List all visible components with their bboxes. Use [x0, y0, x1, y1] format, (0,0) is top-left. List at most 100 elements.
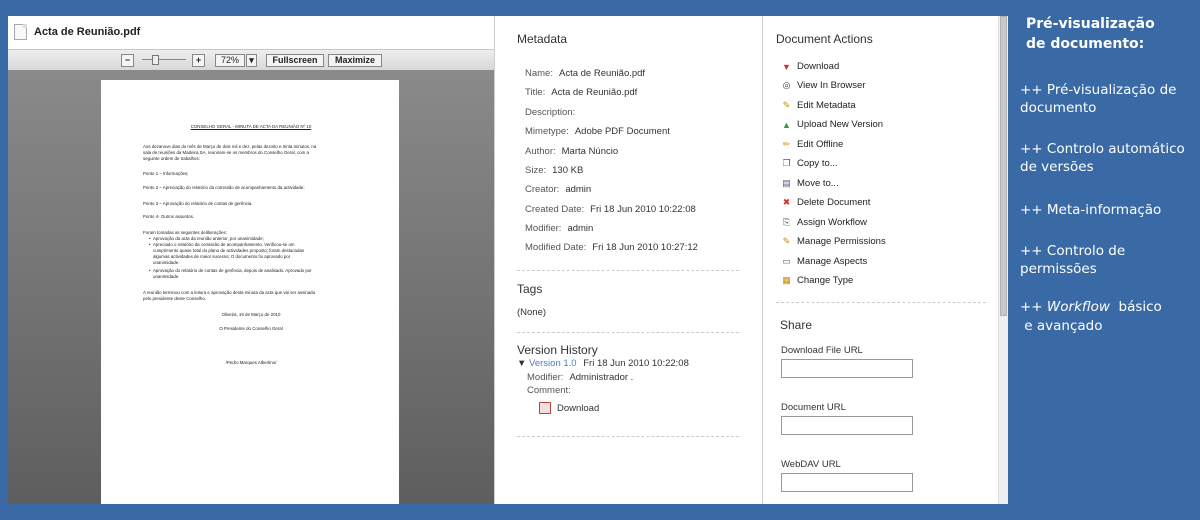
zoom-slider[interactable]	[142, 55, 186, 65]
page-line: Apreciado o relatório da comissão de aco…	[143, 242, 369, 248]
metadata-row: Name: Acta de Reunião.pdf	[525, 68, 646, 79]
fullscreen-button[interactable]: Fullscreen	[266, 53, 324, 67]
page-line: algumas actividades de maior sucesso; O …	[153, 254, 291, 259]
action-manage-aspects[interactable]: ▭ Manage Aspects	[781, 256, 867, 267]
action-manage-permissions[interactable]: ✎ Manage Permissions	[781, 236, 886, 247]
page-line: cumprimento quase total do plano de acti…	[153, 248, 305, 253]
action-view-in-browser[interactable]: ◎ View In Browser	[781, 80, 866, 91]
zoom-in-button[interactable]: +	[192, 53, 205, 67]
document-viewer: Acta de Reunião.pdf − + 72% ▾ Fullscreen…	[8, 16, 494, 504]
document-url-field[interactable]	[781, 416, 913, 435]
metadata-row: Size: 130 KB	[525, 165, 584, 176]
download-icon	[539, 402, 551, 414]
metadata-row: Modifier: admin	[525, 223, 594, 234]
file-icon	[14, 24, 27, 40]
version-row: ▼ Version 1.0 Fri 18 Jun 2010 10:22:08	[517, 358, 689, 369]
metadata-row: Creator: admin	[525, 184, 592, 195]
action-upload-new-version[interactable]: ▲ Upload New Version	[781, 119, 883, 130]
feature-item: ++ Workflow básico	[1020, 299, 1162, 315]
divider	[517, 270, 739, 271]
viewer-title-bar: Acta de Reunião.pdf	[8, 16, 494, 48]
page-line: sala de reuniões da Madeira,SA, reuniram…	[143, 150, 309, 155]
document-url-label: Document URL	[781, 402, 846, 413]
action-move-to[interactable]: ▤ Move to...	[781, 178, 838, 189]
caption-heading-line2: de documento:	[1026, 36, 1145, 52]
page-line: pelo presidente deste Conselho.	[143, 296, 206, 301]
divider	[517, 436, 739, 437]
page-line: Ponto 3 – Aprovação do relatório de cont…	[143, 201, 253, 206]
upload-icon: ▲	[782, 119, 791, 130]
edit-metadata-icon: ✎	[782, 100, 791, 110]
app-window: Acta de Reunião.pdf − + 72% ▾ Fullscreen…	[8, 16, 1008, 504]
page-line: Aprovação do relatório de contas de gerê…	[143, 268, 369, 274]
metadata-row: Modified Date: Fri 18 Jun 2010 10:27:12	[525, 242, 698, 253]
tags-value: (None)	[517, 307, 547, 318]
pencil-icon: ✏	[782, 139, 791, 149]
action-delete-document[interactable]: ✖ Delete Document	[781, 197, 871, 208]
feature-item: ++ Pré-visualização de	[1020, 82, 1177, 98]
version-date: Fri 18 Jun 2010 10:22:08	[583, 358, 689, 369]
move-icon: ▤	[782, 178, 791, 188]
page-line: Ponto 2 – Apreciação do relatório da com…	[143, 185, 305, 190]
viewer-toolbar: − + 72% ▾ Fullscreen Maximize	[8, 49, 494, 71]
caption-heading-line1: Pré-visualização	[1026, 16, 1155, 32]
expand-arrow-icon[interactable]: ▼	[517, 358, 526, 369]
action-download[interactable]: ▼ Download	[781, 61, 839, 72]
scrollbar-thumb[interactable]	[1000, 16, 1007, 316]
workflow-icon: ⎘	[782, 217, 791, 227]
page-line: unanimidade.	[153, 274, 180, 279]
page-line: seguinte ordem de trabalhos:	[143, 156, 200, 161]
version-download-link[interactable]: Download	[539, 402, 599, 414]
page-line: Ponto 1 – Informações;	[143, 171, 189, 176]
metadata-row: Title: Acta de Reunião.pdf	[525, 87, 638, 98]
metadata-heading: Metadata	[517, 32, 568, 46]
zoom-out-button[interactable]: −	[121, 53, 134, 67]
document-actions-heading: Document Actions	[776, 32, 873, 46]
action-edit-metadata[interactable]: ✎ Edit Metadata	[781, 100, 856, 111]
tags-heading: Tags	[517, 282, 543, 296]
version-link[interactable]: Version 1.0	[529, 358, 577, 369]
page-line: A reunião terminou com a leitura e aprov…	[143, 290, 316, 295]
metadata-panel: Metadata Name: Acta de Reunião.pdf Title:…	[494, 16, 763, 504]
zoom-dropdown-icon[interactable]: ▾	[246, 53, 257, 67]
metadata-row: Mimetype: Adobe PDF Document	[525, 126, 670, 137]
version-modifier: Modifier: Administrador .	[527, 372, 634, 383]
document-page: CONSELHO GERAL - MINUTA DE ACTA DA REUNI…	[101, 80, 399, 504]
page-line: unanimidade.	[153, 260, 180, 265]
feature-item: ++ Controlo de	[1020, 243, 1126, 259]
action-assign-workflow[interactable]: ⎘ Assign Workflow	[781, 217, 867, 228]
page-line: Aprovação da acta da reunião anterior, p…	[143, 236, 369, 242]
divider	[517, 332, 739, 333]
page-line: CONSELHO GERAL - MINUTA DE ACTA DA REUNI…	[190, 124, 312, 129]
page-line: O Presidente do Conselho Geral	[219, 326, 283, 331]
download-file-url-label: Download File URL	[781, 345, 863, 356]
feature-item-cont: de versões	[1020, 159, 1094, 175]
action-copy-to[interactable]: ❐ Copy to...	[781, 158, 837, 169]
feature-item: ++ Controlo automático	[1020, 141, 1185, 157]
zoom-level-select[interactable]: 72%	[215, 53, 245, 67]
copy-icon: ❐	[782, 158, 791, 168]
page-line: Ponto 4- Outros assuntos.	[143, 214, 195, 219]
feature-item-cont: permissões	[1020, 261, 1097, 277]
download-icon: ▼	[782, 61, 791, 72]
page-line: Aos dezanove dias do mês de Março de doi…	[143, 144, 317, 149]
viewer-filename: Acta de Reunião.pdf	[34, 26, 141, 38]
action-change-type[interactable]: ▦ Change Type	[781, 275, 853, 286]
scrollbar[interactable]	[998, 16, 1008, 504]
version-history-heading: Version History	[517, 343, 598, 357]
maximize-button[interactable]: Maximize	[328, 53, 382, 67]
version-comment: Comment:	[527, 385, 571, 396]
page-line: Oliveira, 19 de Março de 2010	[221, 312, 281, 317]
divider	[776, 302, 986, 303]
permissions-icon: ✎	[782, 236, 791, 246]
feature-item-cont: e avançado	[1020, 318, 1103, 334]
feature-item: ++ Meta-informação	[1020, 202, 1162, 218]
action-edit-offline[interactable]: ✏ Edit Offline	[781, 139, 844, 150]
metadata-row: Created Date: Fri 18 Jun 2010 10:22:08	[525, 204, 696, 215]
download-file-url-field[interactable]	[781, 359, 913, 378]
webdav-url-field[interactable]	[781, 473, 913, 492]
share-heading: Share	[780, 318, 813, 332]
change-type-icon: ▦	[782, 275, 791, 285]
metadata-row: Author: Marta Núncio	[525, 146, 619, 157]
zoom-slider-thumb[interactable]	[152, 55, 159, 65]
